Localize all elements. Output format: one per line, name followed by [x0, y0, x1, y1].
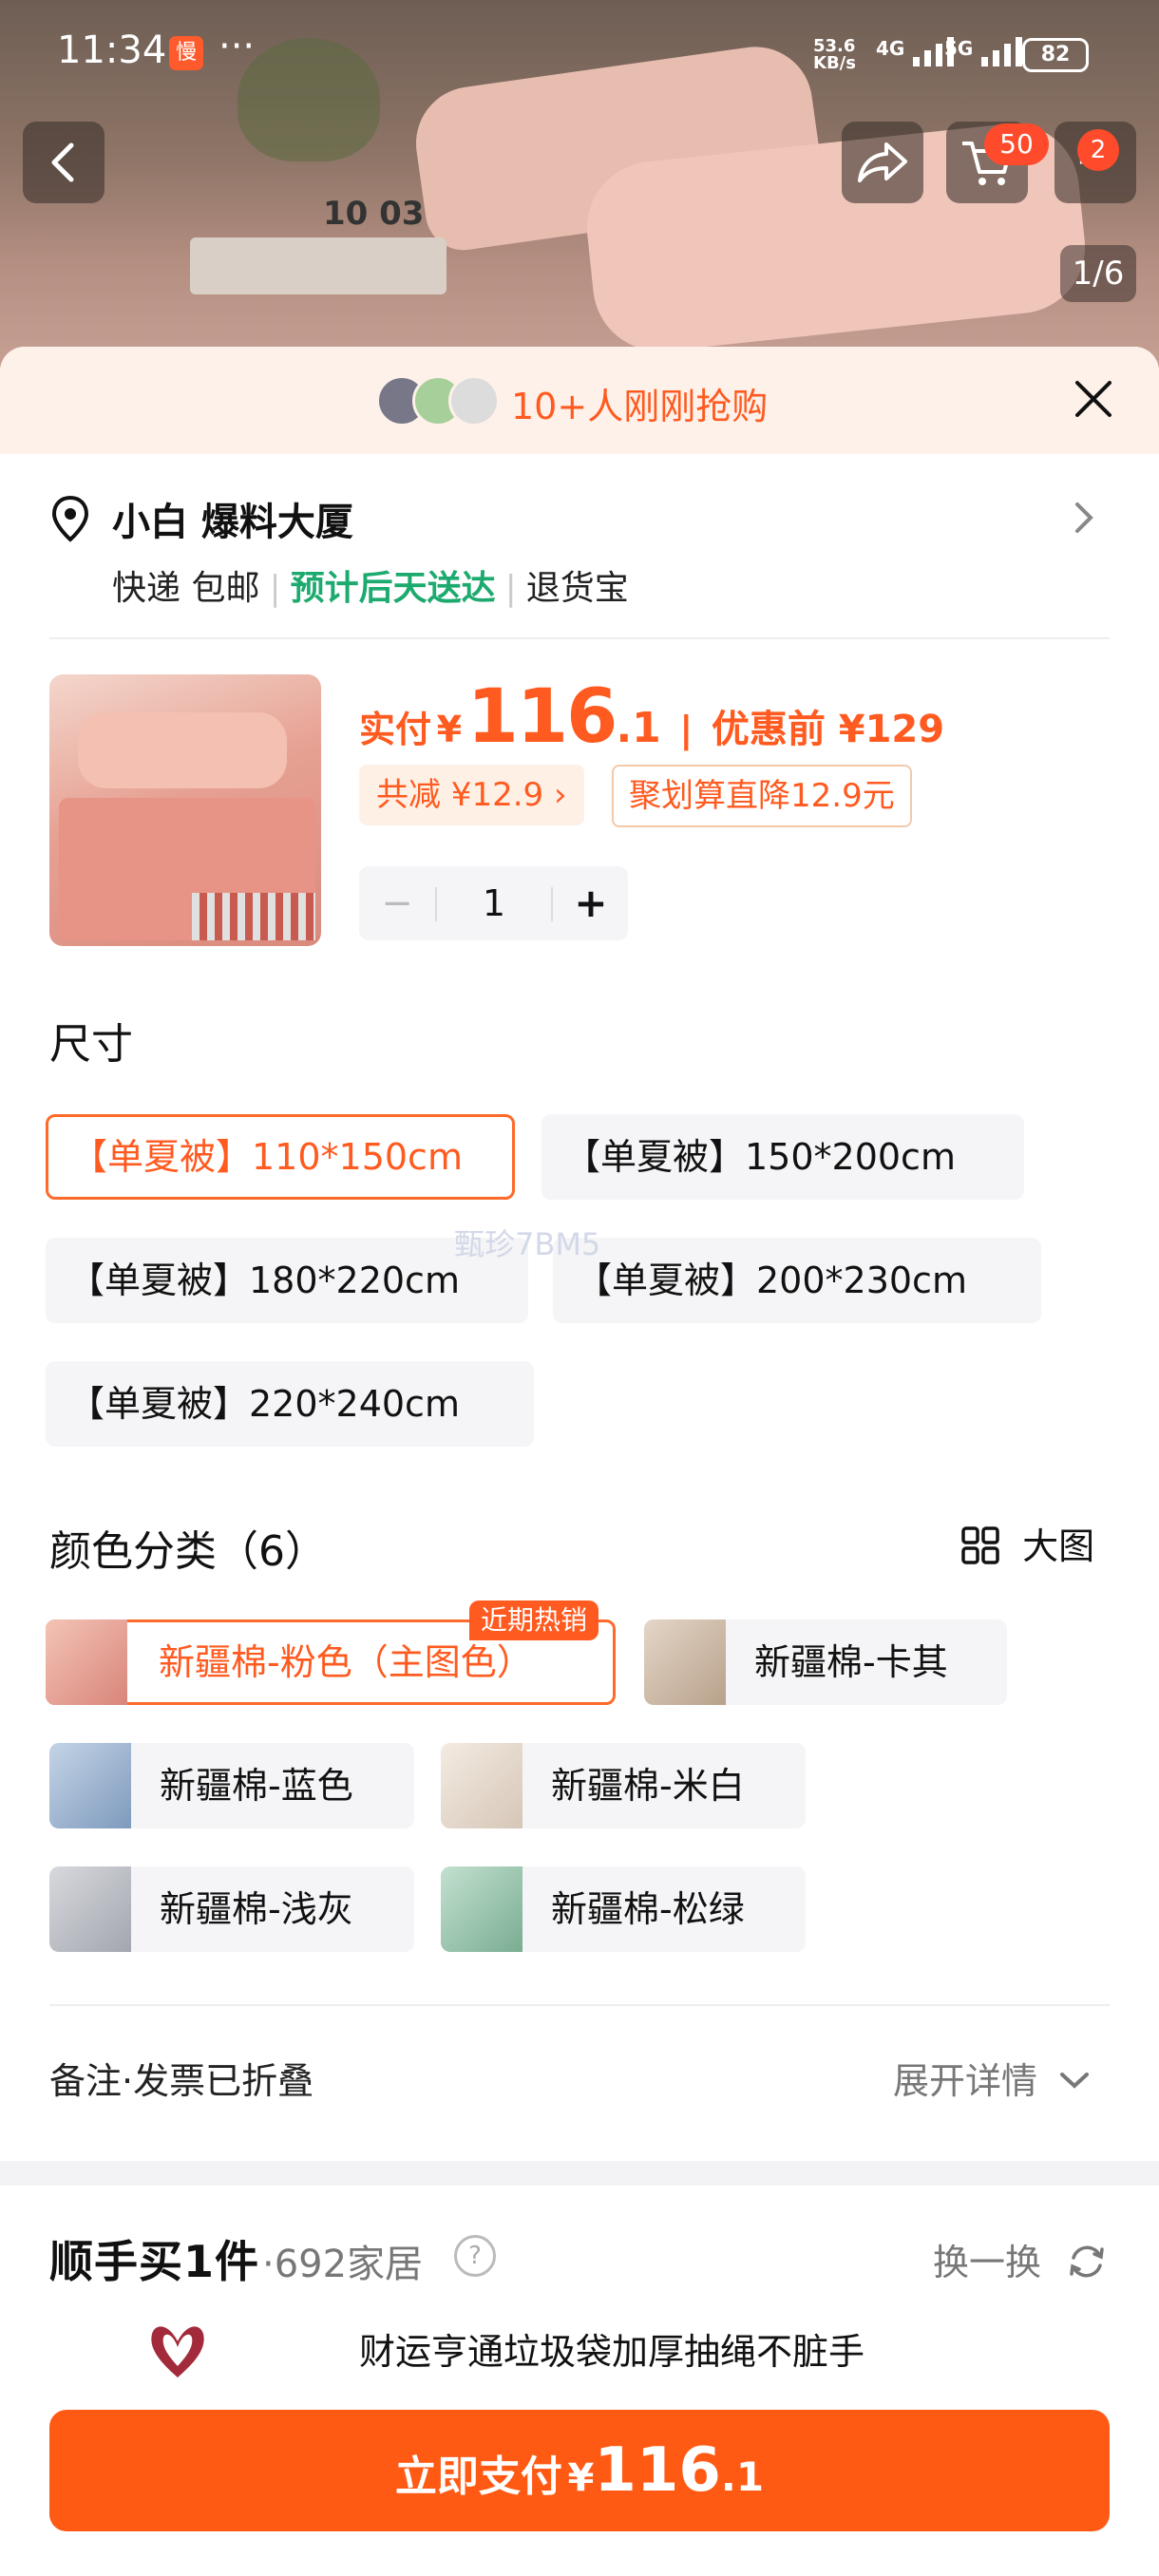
return-service: 退货宝	[525, 569, 629, 608]
divider	[49, 2004, 1110, 2006]
color-label: 新疆棉-蓝色	[160, 1765, 353, 1807]
chevron-down-icon	[1060, 2073, 1090, 2089]
color-option[interactable]: 新疆棉-米白	[441, 1743, 806, 1828]
color-label: 新疆棉-松绿	[551, 1888, 745, 1930]
delivery-eta: 预计后天送达	[290, 569, 496, 608]
big-view-toggle[interactable]: 大图	[960, 1517, 1094, 1569]
share-button[interactable]	[842, 122, 923, 203]
addon-subtitle: ·692家居	[262, 2243, 424, 2286]
net-speed: 53.6 KB/s	[813, 38, 856, 72]
recent-buyers-text: 10+人刚刚抢购	[511, 386, 769, 427]
swap-label: 换一换	[933, 2242, 1042, 2283]
size-option[interactable]: 【单夏被】200*230cm	[553, 1238, 1041, 1323]
app-notification-icon: 慢	[169, 36, 203, 70]
sku-sheet: 10+人刚刚抢购 小白 爆料大厦 快递 包邮 | 预计后天送达 | 退货宝 实付 ¥ 1…	[0, 347, 1159, 2576]
decrease-button[interactable]: −	[359, 866, 435, 940]
color-option[interactable]: 新疆棉-松绿	[441, 1866, 806, 1952]
quantity-value[interactable]: 1	[437, 866, 551, 940]
color-option[interactable]: 新疆棉-蓝色	[49, 1743, 414, 1828]
swap-button[interactable]: 换一换	[933, 2233, 1108, 2285]
addon-item-title[interactable]: 财运亨通垃圾袋加厚抽绳不脏手	[359, 2322, 864, 2375]
refresh-icon	[1070, 2245, 1104, 2278]
price-row: 实付 ¥ 116.1 | 优惠前 ¥129	[359, 674, 944, 760]
section-gap	[0, 2161, 1159, 2186]
color-swatch	[46, 1619, 127, 1705]
price-separator: |	[679, 709, 694, 750]
grid-icon	[961, 1526, 999, 1564]
expand-label: 展开详情	[893, 2060, 1038, 2102]
color-swatch	[644, 1619, 726, 1705]
color-option[interactable]: 新疆棉-浅灰	[49, 1866, 414, 1952]
color-label: 新疆棉-浅灰	[160, 1888, 353, 1930]
close-button[interactable]	[1070, 375, 1117, 423]
product-thumbnail[interactable]	[49, 674, 321, 946]
recent-buyers-banner: 10+人刚刚抢购	[0, 347, 1159, 454]
chevron-right-icon[interactable]	[1070, 499, 1096, 540]
back-button[interactable]	[23, 122, 104, 203]
chevron-left-icon	[51, 142, 74, 182]
signal-4g-label: 4G	[876, 37, 905, 60]
original-price: 优惠前 ¥129	[711, 708, 945, 751]
increase-button[interactable]: +	[553, 866, 629, 940]
price-integer: 116	[466, 674, 618, 760]
discount-tag[interactable]: 共减 ¥12.9 ›	[359, 765, 584, 825]
image-pager: 1/6	[1060, 245, 1136, 302]
color-option[interactable]: 新疆棉-卡其	[644, 1619, 1007, 1705]
addon-item-logo[interactable]	[142, 2320, 213, 2385]
hot-tag: 近期热销	[469, 1601, 599, 1640]
color-swatch	[49, 1743, 131, 1828]
notes-label: 备注·发票已折叠	[49, 2060, 314, 2102]
close-icon	[1075, 381, 1112, 417]
paid-label: 实付	[359, 709, 432, 750]
divider	[49, 637, 1110, 639]
quantity-stepper: − 1 +	[359, 866, 628, 940]
more-notifications-icon: ···	[218, 25, 256, 68]
color-label: 新疆棉-卡其	[754, 1641, 948, 1683]
color-title: 颜色分类（6）	[49, 1527, 327, 1576]
pay-amount-decimal: .1	[720, 2453, 765, 2500]
delivery-info: 快递 包邮 | 预计后天送达 | 退货宝	[112, 569, 629, 608]
size-option[interactable]: 【单夏被】220*240cm	[46, 1361, 534, 1447]
color-swatch	[441, 1866, 522, 1952]
signal-5g-label: 5G	[944, 37, 974, 60]
color-swatch	[49, 1866, 131, 1952]
price-decimal: .1	[616, 704, 661, 752]
pay-currency: ¥	[567, 2456, 595, 2500]
pay-label: 立即支付	[394, 2453, 562, 2501]
color-label: 新疆棉-米白	[551, 1765, 745, 1807]
location-pin-icon	[49, 494, 91, 547]
shipping-method: 快递 包邮	[112, 569, 260, 608]
share-icon	[858, 142, 907, 182]
photo-clock: 10 03	[323, 195, 425, 233]
watermark: 甄珍7BM5	[454, 1226, 601, 1262]
photo-shelf	[190, 237, 446, 294]
status-time: 11:34	[57, 28, 167, 72]
currency-symbol: ¥	[436, 709, 463, 750]
promo-tag: 聚划算直降12.9元	[612, 765, 912, 827]
net-speed-unit: KB/s	[813, 53, 856, 73]
cart-count-badge: 50	[984, 123, 1049, 165]
avatar	[448, 375, 500, 426]
help-icon[interactable]: ?	[454, 2235, 496, 2277]
battery-icon: 82	[1022, 38, 1089, 72]
size-title: 尺寸	[49, 1020, 133, 1069]
color-swatch	[441, 1743, 522, 1828]
address-name[interactable]: 小白 爆料大厦	[112, 491, 353, 546]
expand-details-button[interactable]: 展开详情	[893, 2052, 1091, 2104]
size-option[interactable]: 【单夏被】110*150cm	[46, 1114, 515, 1200]
pay-amount-integer: 116	[594, 2435, 721, 2506]
size-option[interactable]: 【单夏被】150*200cm	[542, 1114, 1024, 1200]
status-bar: 11:34 慢 ··· 53.6 KB/s 4G 5G 82	[0, 0, 1159, 104]
pay-now-button[interactable]: 立即支付 ¥116.1	[49, 2410, 1110, 2531]
addon-title: 顺手买1件	[49, 2236, 260, 2287]
more-count-badge: 2	[1077, 129, 1119, 171]
big-view-label: 大图	[1022, 1525, 1095, 1567]
